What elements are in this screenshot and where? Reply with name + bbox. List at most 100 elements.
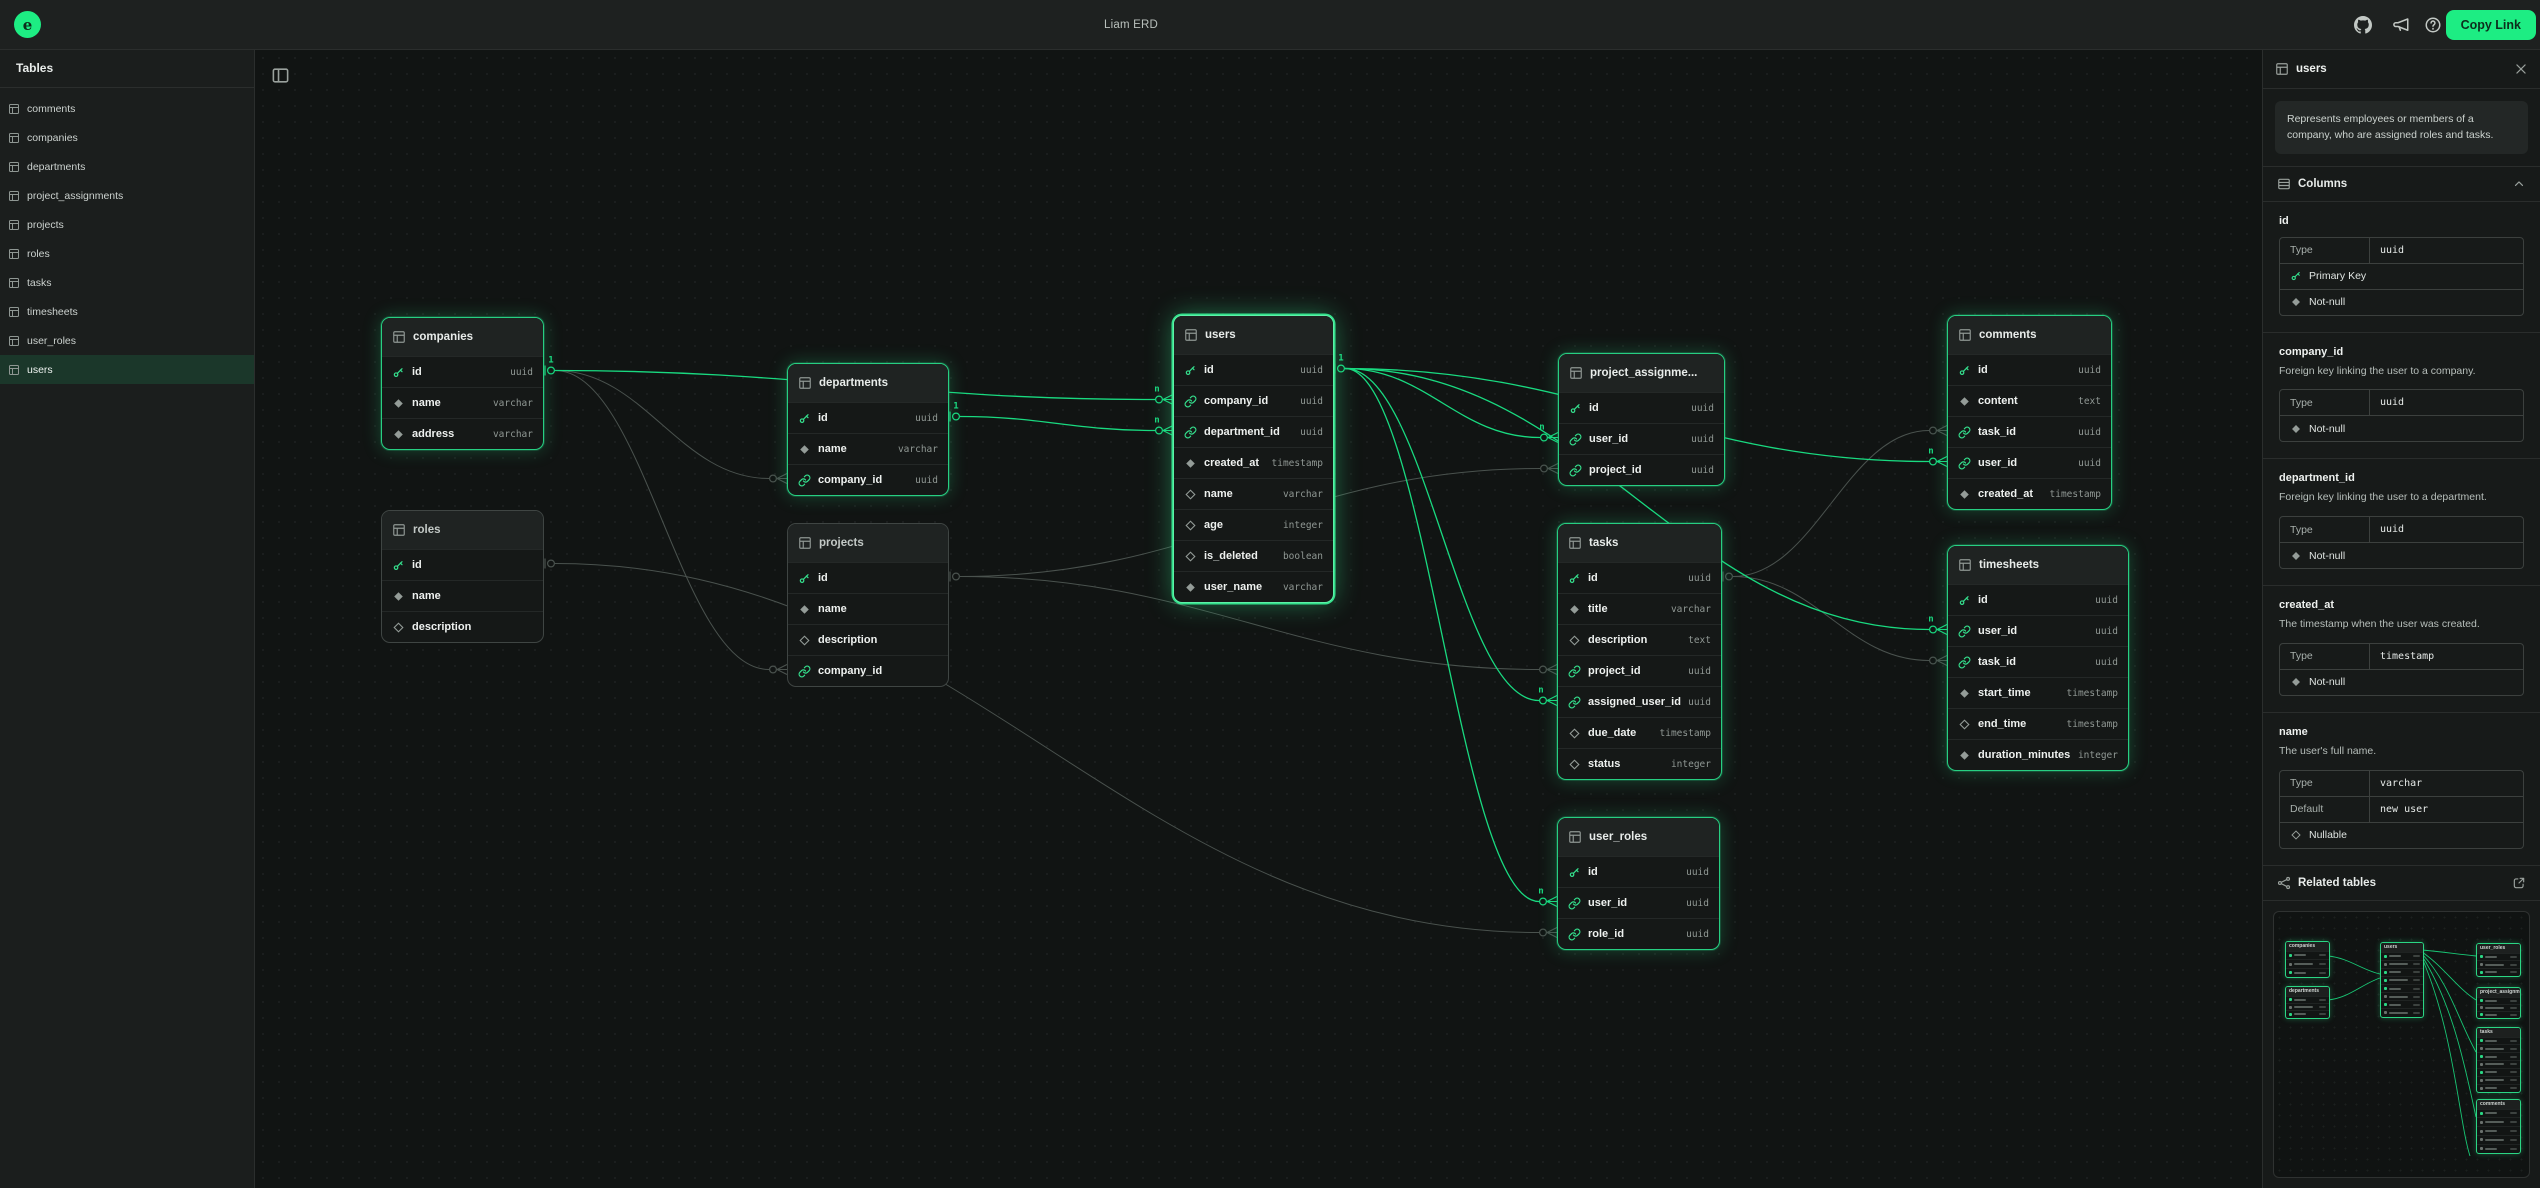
column-row-company_id: company_iduuid bbox=[1174, 385, 1333, 416]
sidebar-item-project_assignments[interactable]: project_assignments bbox=[0, 181, 254, 210]
erd-table-companies[interactable]: companiesiduuidnamevarcharaddressvarchar bbox=[381, 317, 544, 450]
panel-left-toggle-icon[interactable] bbox=[271, 66, 290, 85]
sidebar-item-comments[interactable]: comments bbox=[0, 94, 254, 123]
column-name: name bbox=[2279, 726, 2524, 738]
table-icon bbox=[8, 364, 20, 376]
column-detail-department_id: department_idForeign key linking the use… bbox=[2263, 459, 2540, 586]
help-icon[interactable] bbox=[2424, 16, 2442, 34]
link-icon bbox=[1568, 928, 1581, 941]
sidebar-item-label: tasks bbox=[27, 277, 52, 289]
table-card-title: timesheets bbox=[1948, 546, 2128, 584]
sidebar-item-tasks[interactable]: tasks bbox=[0, 268, 254, 297]
close-icon[interactable] bbox=[2514, 62, 2528, 76]
erd-table-tasks[interactable]: tasksiduuidtitlevarchardescriptiontextpr… bbox=[1557, 523, 1722, 780]
column-row-start_time: start_timetimestamp bbox=[1948, 677, 2128, 708]
sidebar-item-departments[interactable]: departments bbox=[0, 152, 254, 181]
diamond-outline-icon bbox=[1184, 488, 1197, 501]
panel-header: users bbox=[2263, 50, 2540, 89]
svg-text:n: n bbox=[1539, 423, 1544, 433]
column-detail-id: idTypeuuidPrimary KeyNot-null bbox=[2263, 202, 2540, 333]
column-row-end_time: end_timetimestamp bbox=[1948, 708, 2128, 739]
sidebar-item-projects[interactable]: projects bbox=[0, 210, 254, 239]
diamond-outline-icon bbox=[1568, 634, 1581, 647]
erd-table-users[interactable]: usersiduuidcompany_iduuiddepartment_iduu… bbox=[1173, 315, 1334, 603]
erd-table-projects[interactable]: projectsidnamedescriptioncompany_id bbox=[787, 523, 949, 687]
erd-table-timesheets[interactable]: timesheetsiduuiduser_iduuidtask_iduuidst… bbox=[1947, 545, 2129, 771]
table-card-title: projects bbox=[788, 524, 948, 562]
table-icon bbox=[798, 536, 812, 550]
open-diagram-icon[interactable] bbox=[2512, 876, 2526, 890]
svg-text:n: n bbox=[1928, 447, 1933, 457]
diamond-outline-icon bbox=[1184, 519, 1197, 532]
column-row-company_id: company_id bbox=[788, 655, 948, 686]
column-row-id: iduuid bbox=[1558, 562, 1721, 593]
sidebar-item-label: departments bbox=[27, 161, 85, 173]
column-row-content: contenttext bbox=[1948, 385, 2111, 416]
sidebar-item-label: timesheets bbox=[27, 306, 78, 318]
diamond-outline-icon bbox=[1958, 718, 1971, 731]
sidebar-item-timesheets[interactable]: timesheets bbox=[0, 297, 254, 326]
copy-link-button[interactable]: Copy Link bbox=[2446, 10, 2536, 40]
table-icon bbox=[392, 330, 406, 344]
diamond-icon bbox=[2290, 676, 2302, 688]
related-tables-minimap: companiesdepartmentsusersuser_rolesproje… bbox=[2273, 911, 2530, 1178]
table-icon bbox=[8, 161, 20, 173]
table-icon bbox=[798, 376, 812, 390]
column-description: The user's full name. bbox=[2279, 744, 2524, 760]
link-icon bbox=[1958, 656, 1971, 669]
link-icon bbox=[1568, 696, 1581, 709]
sidebar-item-users[interactable]: users bbox=[0, 355, 254, 384]
column-attributes: TypetimestampNot-null bbox=[2279, 643, 2524, 696]
table-icon bbox=[8, 277, 20, 289]
link-icon bbox=[1958, 625, 1971, 638]
column-row-user_name: user_namevarchar bbox=[1174, 571, 1333, 602]
table-icon bbox=[8, 190, 20, 202]
link-icon bbox=[1568, 665, 1581, 678]
column-row-name: namevarchar bbox=[788, 433, 948, 464]
sidebar-item-companies[interactable]: companies bbox=[0, 123, 254, 152]
liam-logo-icon[interactable]: e bbox=[14, 11, 41, 38]
erd-table-project_assignments[interactable]: project_assignme...iduuiduser_iduuidproj… bbox=[1558, 353, 1725, 486]
sidebar-item-label: projects bbox=[27, 219, 64, 231]
erd-table-comments[interactable]: commentsiduuidcontenttexttask_iduuiduser… bbox=[1947, 315, 2112, 510]
table-details-panel: users Represents employees or members of… bbox=[2262, 50, 2540, 1188]
link-icon bbox=[1184, 395, 1197, 408]
github-icon[interactable] bbox=[2354, 16, 2372, 34]
column-row-title: titlevarchar bbox=[1558, 593, 1721, 624]
column-row-id: iduuid bbox=[1559, 392, 1724, 423]
app-title: Liam ERD bbox=[1104, 0, 1158, 50]
column-row-project_id: project_iduuid bbox=[1558, 655, 1721, 686]
column-row-user_id: user_iduuid bbox=[1559, 423, 1724, 454]
table-card-title: users bbox=[1174, 316, 1333, 354]
sidebar-item-user_roles[interactable]: user_roles bbox=[0, 326, 254, 355]
megaphone-icon[interactable] bbox=[2392, 16, 2410, 34]
column-row-id: iduuid bbox=[1558, 856, 1719, 887]
column-row-name: namevarchar bbox=[1174, 478, 1333, 509]
columns-section-title: Columns bbox=[2298, 178, 2347, 190]
chevron-up-icon[interactable] bbox=[2512, 177, 2526, 191]
minimap-table-tasks: tasks bbox=[2476, 1027, 2521, 1093]
erd-table-roles[interactable]: rolesidnamedescription bbox=[381, 510, 544, 643]
sidebar-item-roles[interactable]: roles bbox=[0, 239, 254, 268]
erd-table-departments[interactable]: departmentsiduuidnamevarcharcompany_iduu… bbox=[787, 363, 949, 496]
related-tables-title: Related tables bbox=[2298, 877, 2376, 889]
column-name: created_at bbox=[2279, 599, 2524, 611]
erd-canvas[interactable]: 1n1n1nnnnn companiesiduuidnamevarcharadd… bbox=[255, 50, 2262, 1188]
table-list: commentscompanies departments project_assi… bbox=[0, 94, 254, 384]
table-card-title: roles bbox=[382, 511, 543, 549]
columns-section-header: Columns bbox=[2263, 166, 2540, 202]
key-icon bbox=[798, 572, 811, 585]
column-row-task_id: task_iduuid bbox=[1948, 646, 2128, 677]
column-row-due_date: due_datetimestamp bbox=[1558, 717, 1721, 748]
column-row-assigned_user_id: assigned_user_iduuid bbox=[1558, 686, 1721, 717]
diamond-icon bbox=[2290, 423, 2302, 435]
key-icon bbox=[392, 559, 405, 572]
column-row-name: namevarchar bbox=[382, 387, 543, 418]
column-row-id: iduuid bbox=[788, 402, 948, 433]
column-row-company_id: company_iduuid bbox=[788, 464, 948, 495]
column-row-user_id: user_iduuid bbox=[1558, 887, 1719, 918]
erd-table-user_roles[interactable]: user_rolesiduuiduser_iduuidrole_iduuid bbox=[1557, 817, 1720, 950]
sidebar-header: Tables bbox=[0, 50, 254, 88]
column-row-created_at: created_attimestamp bbox=[1174, 447, 1333, 478]
link-icon bbox=[1958, 457, 1971, 470]
